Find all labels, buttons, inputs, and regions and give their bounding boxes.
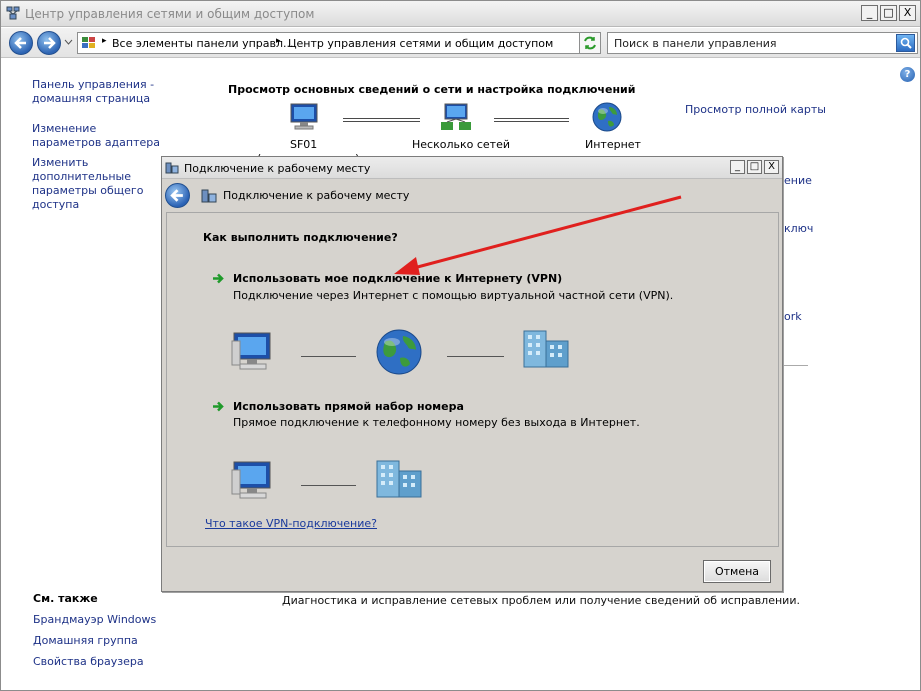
breadcrumb-item-network-center[interactable]: Центр управления сетями и общим доступом <box>288 37 553 50</box>
back-arrow-icon <box>170 189 183 202</box>
hidden-link-fragment[interactable]: ение <box>784 174 812 187</box>
see-also-heading: См. также <box>33 592 98 605</box>
what-is-vpn-link[interactable]: Что такое VPN-подключение? <box>205 517 377 530</box>
search-button[interactable] <box>896 34 915 52</box>
back-arrow-icon <box>14 37 26 49</box>
section-divider <box>780 365 808 366</box>
dialog-close-button[interactable]: X <box>764 160 779 174</box>
search-box[interactable]: Поиск в панели управления <box>607 32 918 54</box>
connection-line <box>301 485 356 486</box>
vpn-connection-dialog: Подключение к рабочему месту _ □ X Подкл… <box>161 156 783 592</box>
network-line <box>343 118 420 122</box>
computer-icon <box>290 103 318 130</box>
dialog-title: Подключение к рабочему месту <box>184 162 371 175</box>
sidebar-link-home[interactable]: Панель управления - домашняя страница <box>32 78 202 106</box>
internet-globe-icon <box>376 329 422 375</box>
refresh-icon <box>584 36 596 50</box>
dialog-titlebar: Подключение к рабочему месту _ □ X <box>162 157 782 179</box>
option-vpn-title[interactable]: Использовать мое подключение к Интернету… <box>233 272 562 285</box>
option-dialup-title[interactable]: Использовать прямой набор номера <box>233 400 464 413</box>
green-arrow-icon[interactable] <box>212 401 225 412</box>
refresh-button[interactable] <box>579 32 601 54</box>
node-label-computer: SF01 <box>290 138 318 151</box>
computer-icon <box>231 461 271 499</box>
computer-icon <box>231 332 271 370</box>
control-panel-icon <box>82 37 95 48</box>
green-arrow-icon[interactable] <box>212 273 225 284</box>
option-dialup-description[interactable]: Прямое подключение к телефонному номеру … <box>233 416 640 429</box>
workplace-connection-icon <box>165 162 179 174</box>
history-dropdown-icon[interactable] <box>64 39 73 45</box>
dialog-window-controls: _ □ X <box>730 160 779 174</box>
window-controls: _ □ X <box>861 5 916 21</box>
minimize-button[interactable]: _ <box>861 5 878 21</box>
see-also-homegroup[interactable]: Домашняя группа <box>33 634 138 648</box>
internet-globe-icon <box>592 102 622 132</box>
workplace-connection-icon <box>201 189 217 203</box>
window-title: Центр управления сетями и общим доступом <box>25 7 315 21</box>
corporate-server-icon <box>523 330 569 368</box>
view-full-map-link[interactable]: Просмотр полной карты <box>685 103 826 116</box>
connection-question: Как выполнить подключение? <box>203 231 398 244</box>
dialog-minimize-button[interactable]: _ <box>730 160 745 174</box>
hidden-link-fragment[interactable]: ork <box>784 310 802 323</box>
network-line <box>494 118 569 122</box>
back-button[interactable] <box>9 31 33 55</box>
window-titlebar: Центр управления сетями и общим доступом… <box>1 1 920 27</box>
breadcrumb-separator-icon[interactable]: ▸ <box>102 36 107 46</box>
connection-line <box>301 356 356 357</box>
forward-arrow-icon <box>44 37 56 49</box>
forward-button[interactable] <box>37 31 61 55</box>
main-window: Центр управления сетями и общим доступом… <box>0 0 921 691</box>
help-button[interactable]: ? <box>900 67 915 82</box>
network-center-icon <box>6 6 20 20</box>
connection-line <box>447 356 504 357</box>
breadcrumb-item-all-elements[interactable]: Все элементы панели управл... <box>112 37 294 50</box>
cancel-button[interactable]: Отмена <box>703 560 771 583</box>
dialog-header-title: Подключение к рабочему месту <box>223 189 410 202</box>
sidebar-link-adapter-settings[interactable]: Изменение параметров адаптера <box>32 122 162 150</box>
breadcrumb-separator-icon[interactable]: ▸ <box>276 36 281 46</box>
diagnostics-text[interactable]: Диагностика и исправление сетевых пробле… <box>282 594 800 607</box>
close-button[interactable]: X <box>899 5 916 21</box>
navigation-bar: ▸ Все элементы панели управл... ▸ Центр … <box>1 28 920 58</box>
node-label-internet: Интернет <box>585 138 641 151</box>
page-heading: Просмотр основных сведений о сети и наст… <box>228 83 636 96</box>
hidden-link-fragment[interactable]: ключ <box>784 222 813 235</box>
dialog-maximize-button[interactable]: □ <box>747 160 762 174</box>
multiple-networks-icon <box>441 103 471 130</box>
dialog-back-button[interactable] <box>165 183 190 208</box>
search-placeholder: Поиск в панели управления <box>614 37 777 50</box>
address-bar[interactable]: ▸ Все элементы панели управл... ▸ Центр … <box>77 32 601 54</box>
see-also-browser-properties[interactable]: Свойства браузера <box>33 655 144 669</box>
corporate-server-icon <box>376 460 422 498</box>
see-also-firewall[interactable]: Брандмауэр Windows <box>33 613 156 627</box>
sidebar-link-sharing-settings[interactable]: Изменить дополнительные параметры общего… <box>32 156 172 212</box>
maximize-button[interactable]: □ <box>880 5 897 21</box>
node-label-networks: Несколько сетей <box>412 138 510 151</box>
dialog-header: Подключение к рабочему месту <box>162 180 782 210</box>
option-vpn-description[interactable]: Подключение через Интернет с помощью вир… <box>233 289 673 302</box>
search-icon <box>900 37 912 49</box>
